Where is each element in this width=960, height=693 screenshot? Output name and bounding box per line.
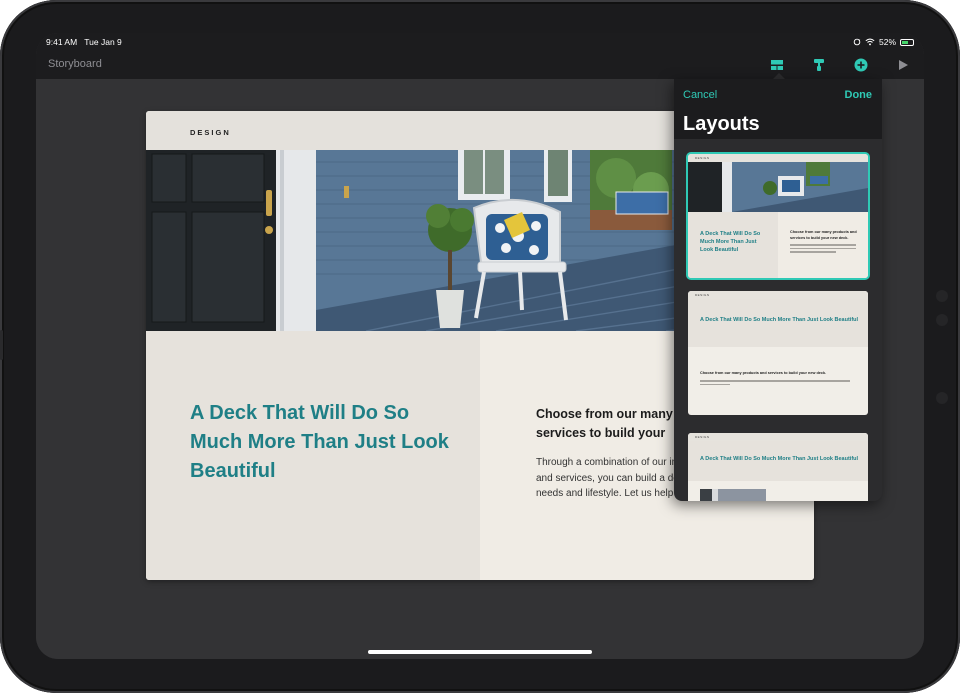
layouts-popover: Cancel Done Layouts DESIGN A Deck That W… [674,79,882,501]
thumb-header: DESIGN [688,291,868,299]
toolbar: Storyboard [36,51,924,79]
popover-header: Cancel Done Layouts [674,79,882,139]
thumb-title: A Deck That Will Do So Much More Than Ju… [700,231,761,253]
wifi-icon [865,38,875,46]
thumb-title-band: A Deck That Will Do So Much More Than Ju… [688,441,868,481]
thumb-title-band: A Deck That Will Do So Much More Than Ju… [688,299,868,347]
status-bar: 9:41 AM Tue Jan 9 52% [36,33,924,51]
bezel-camera [936,314,948,326]
layout-icon[interactable] [768,56,786,74]
status-time-label: 9:41 AM [46,37,78,47]
thumb-body-line [790,247,856,249]
battery-percent: 52% [878,37,896,47]
thumb-section: DESIGN [695,156,710,160]
thumb-photo [700,489,766,501]
layout-option-3[interactable]: DESIGN A Deck That Will Do So Much More … [688,433,868,501]
rotation-lock-icon [853,38,861,46]
thumb-body-line [790,251,837,253]
battery-icon [900,38,914,46]
thumb-left-panel: A Deck That Will Do So Much More Than Ju… [688,212,778,278]
play-icon[interactable] [894,56,912,74]
bezel-sensor [936,392,948,404]
format-brush-icon[interactable] [810,56,828,74]
layout-option-2[interactable]: DESIGN A Deck That Will Do So Much More … [688,291,868,415]
thumb-subtitle: Choose from our many products and servic… [790,230,857,240]
screen: 9:41 AM Tue Jan 9 52% Storyboard DESIGN … [36,33,924,659]
layouts-list[interactable]: DESIGN A Deck That Will Do So Much More … [674,139,882,501]
home-indicator[interactable] [368,650,592,654]
thumb-title: A Deck That Will Do So Much More Than Ju… [700,317,859,323]
document-title[interactable]: Storyboard [48,58,102,70]
cancel-button[interactable]: Cancel [683,89,717,101]
ipad-device: 9:41 AM Tue Jan 9 52% Storyboard DESIGN … [0,0,960,693]
thumb-right-panel: Choose from our many products and servic… [778,212,868,278]
bezel-sensor [936,290,948,302]
thumb-header: DESIGN [688,154,868,162]
thumb-section: DESIGN [695,435,710,439]
side-button [0,330,3,360]
thumb-section: DESIGN [695,293,710,297]
thumb-body [700,380,850,387]
add-icon[interactable] [852,56,870,74]
slide-section-label: DESIGN [190,128,231,137]
thumb-body-line [790,244,856,246]
thumb-title: A Deck That Will Do So Much More Than Ju… [700,456,859,462]
status-date-label: Tue Jan 9 [84,37,122,47]
slide-title[interactable]: A Deck That Will Do So Much More Than Ju… [190,399,450,486]
thumb-body [790,244,856,255]
done-button[interactable]: Done [845,89,873,101]
thumb-photo [688,162,868,212]
thumb-header: DESIGN [688,433,868,441]
thumb-subtitle: Choose from our many products and servic… [700,371,827,375]
slide-left-panel: A Deck That Will Do So Much More Than Ju… [146,331,480,580]
popover-title: Layouts [683,113,760,135]
thumb-body-line [700,380,850,382]
status-time: 9:41 AM Tue Jan 9 [46,37,122,47]
storyboard-canvas[interactable]: DESIGN A Deck That Will Do So Much More … [36,79,924,659]
layout-option-1[interactable]: DESIGN A Deck That Will Do So Much More … [688,154,868,278]
status-right-group: 52% [853,37,914,47]
thumb-body-line [700,383,730,385]
